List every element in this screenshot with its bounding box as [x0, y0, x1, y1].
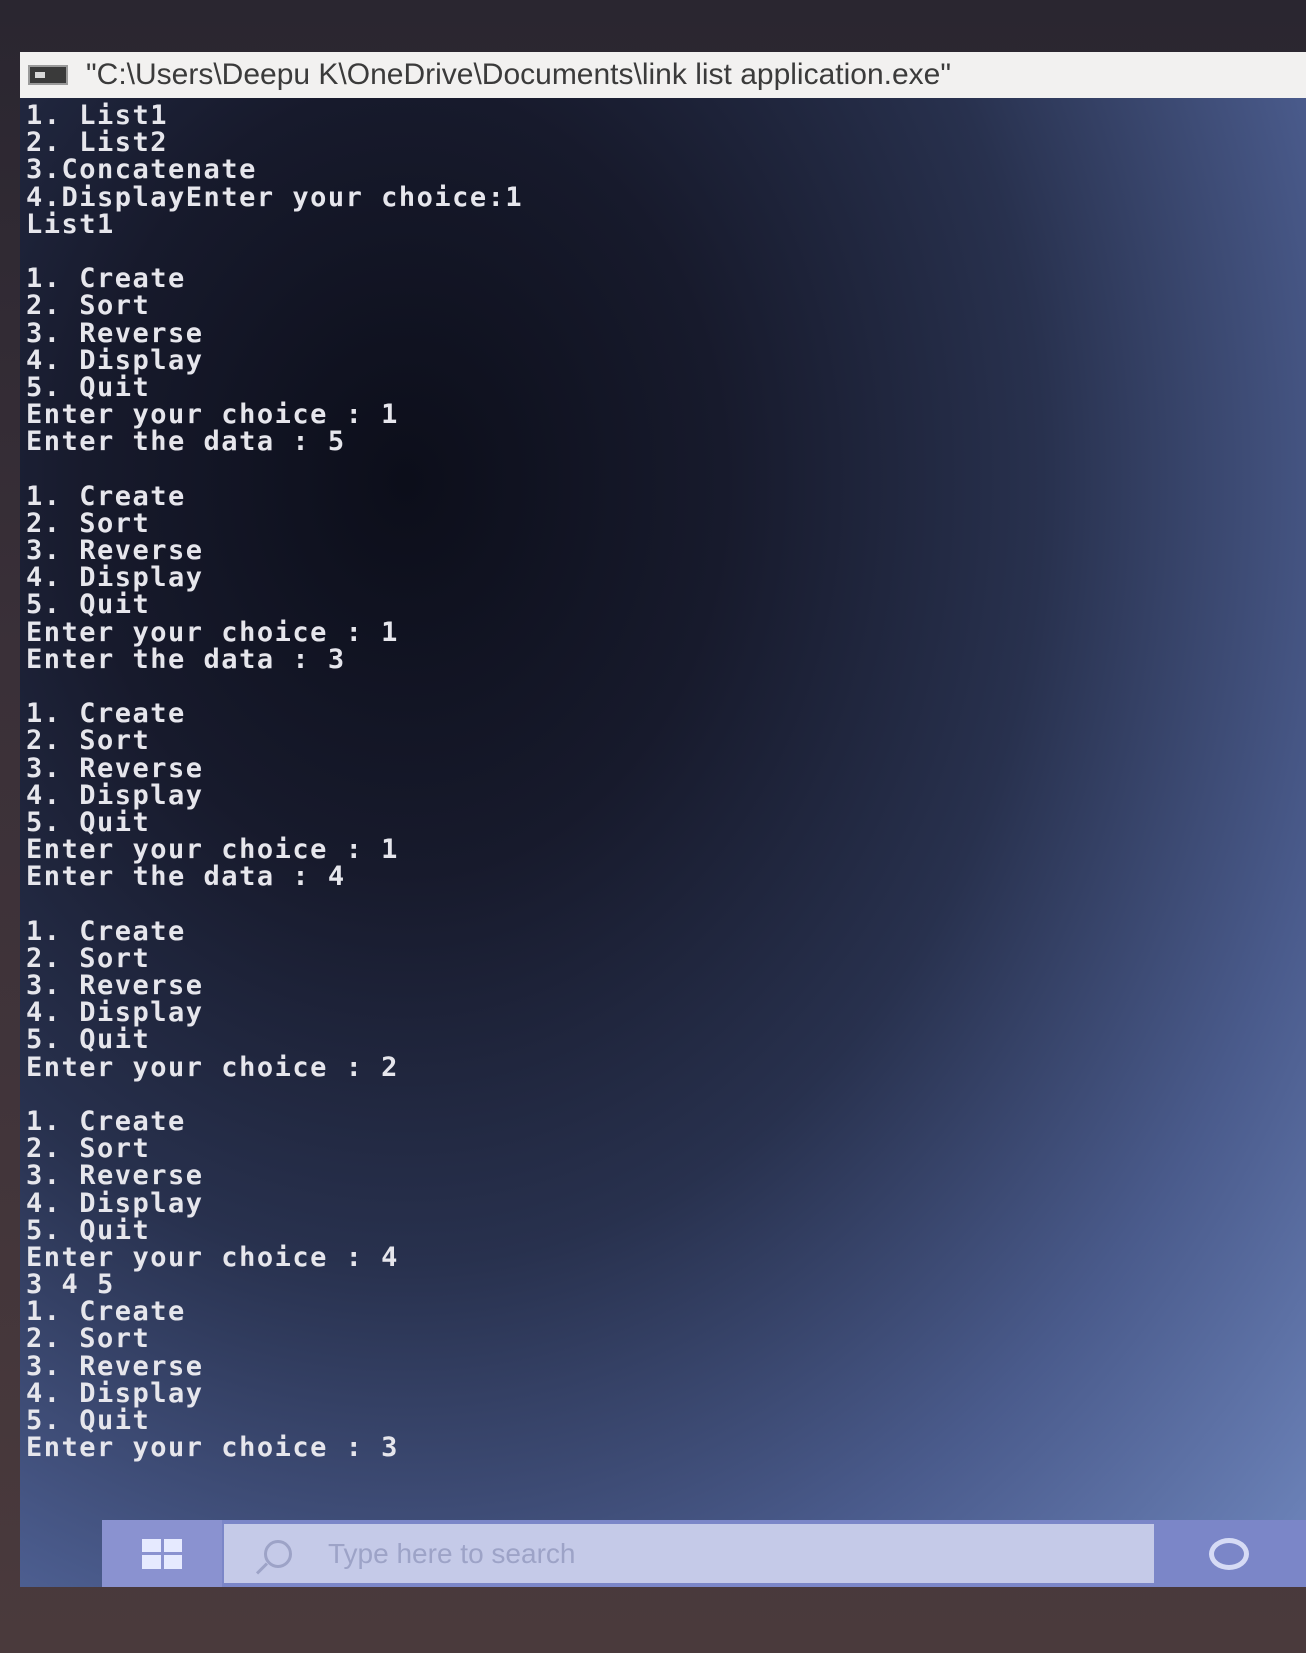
- window-title: "C:\Users\Deepu K\OneDrive\Documents\lin…: [86, 58, 951, 91]
- console-line: 5. Quit: [26, 371, 151, 403]
- console-line: 4. Display: [26, 1187, 204, 1219]
- console-line: 2. Sort: [26, 725, 151, 757]
- console-line: 5. Quit: [26, 806, 151, 838]
- console-line: 3. Reverse: [26, 535, 204, 566]
- cortana-circle-icon: [1209, 1537, 1249, 1570]
- console-line: 1. Create: [26, 480, 186, 512]
- console-line: 4. Display: [26, 344, 204, 376]
- console-line: Enter your choice : 1: [26, 834, 399, 866]
- console-line: 3. Reverse: [26, 752, 204, 784]
- console-line: 5. Quit: [26, 1405, 151, 1436]
- start-button[interactable]: [102, 1520, 222, 1587]
- console-line: 3 4 5: [26, 1269, 115, 1301]
- console-line: 2. List2: [26, 127, 169, 159]
- console-app-icon[interactable]: [28, 65, 68, 85]
- console-line: 1. Create: [26, 263, 186, 295]
- console-line: Enter the data : 5: [26, 426, 346, 458]
- console-line: 1. Create: [26, 1296, 186, 1328]
- console-line: 4. Display: [26, 779, 204, 811]
- windows-logo-icon: [142, 1538, 182, 1569]
- cortana-button[interactable]: [1154, 1520, 1304, 1587]
- console-line: 4. Display: [26, 997, 204, 1029]
- console-line: 3. Reverse: [26, 1350, 204, 1382]
- console-line: 4.DisplayEnter your choice:1: [26, 181, 524, 213]
- search-icon: [264, 1539, 292, 1568]
- console-line: 3. Reverse: [26, 970, 204, 1001]
- console-line: 4. Display: [26, 1377, 204, 1409]
- monitor-bezel: "C:\Users\Deepu K\OneDrive\Documents\lin…: [0, 0, 1306, 1653]
- console-line: 2. Sort: [26, 1323, 151, 1355]
- taskbar-search-box[interactable]: Type here to search: [224, 1524, 1154, 1583]
- console-line: 5. Quit: [26, 589, 151, 621]
- console-line: List1: [26, 208, 115, 240]
- console-line: Enter the data : 3: [26, 643, 346, 675]
- console-line: 3.Concatenate: [26, 154, 257, 186]
- console-line: 1. List1: [26, 102, 169, 131]
- console-line: 2. Sort: [26, 290, 151, 322]
- console-line: 4. Display: [26, 562, 204, 594]
- console-line: Enter your choice : 1: [26, 399, 399, 431]
- console-line: 3. Reverse: [26, 317, 204, 349]
- console-output[interactable]: 1. List1 2. List2 3.Concatenate 4.DisplayEn…: [26, 102, 1296, 1577]
- console-line: Enter your choice : 2: [26, 1051, 399, 1083]
- console-line: 5. Quit: [26, 1214, 151, 1246]
- console-line: 2. Sort: [26, 1133, 151, 1165]
- console-line: 2. Sort: [26, 507, 151, 539]
- console-line: 1. Create: [26, 698, 186, 730]
- console-line: Enter your choice : 4: [26, 1241, 399, 1273]
- console-line: Enter your choice : 3: [26, 1432, 399, 1464]
- console-line: Enter your choice : 1: [26, 616, 399, 648]
- console-title-bar[interactable]: "C:\Users\Deepu K\OneDrive\Documents\lin…: [20, 52, 1306, 98]
- taskbar: Type here to search: [102, 1520, 1306, 1587]
- console-line: 2. Sort: [26, 942, 151, 974]
- screen: "C:\Users\Deepu K\OneDrive\Documents\lin…: [20, 52, 1306, 1587]
- console-line: 5. Quit: [26, 1024, 151, 1056]
- console-line: 1. Create: [26, 1105, 186, 1137]
- console-line: 1. Create: [26, 915, 186, 947]
- search-placeholder: Type here to search: [328, 1537, 576, 1569]
- console-line: Enter the data : 4: [26, 861, 346, 893]
- console-line: 3. Reverse: [26, 1160, 204, 1192]
